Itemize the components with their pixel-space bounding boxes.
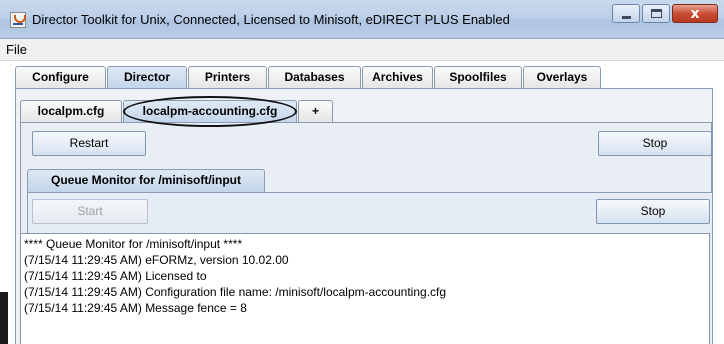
tab-configure[interactable]: Configure xyxy=(15,66,106,88)
menu-file[interactable]: File xyxy=(6,42,27,57)
window-edge xyxy=(0,292,8,344)
minimize-icon xyxy=(622,16,631,19)
tab-archives[interactable]: Archives xyxy=(362,66,433,88)
tab-spoolfiles[interactable]: Spoolfiles xyxy=(434,66,522,88)
queue-stop-button[interactable]: Stop xyxy=(596,199,710,224)
tab-printers[interactable]: Printers xyxy=(188,66,267,88)
tab-overlays[interactable]: Overlays xyxy=(523,66,601,88)
minimize-button[interactable] xyxy=(612,4,640,23)
tab-localpm-cfg[interactable]: localpm.cfg xyxy=(20,100,122,122)
window-controls: x xyxy=(610,4,718,26)
java-cup-icon[interactable] xyxy=(10,12,26,28)
restart-button[interactable]: Restart xyxy=(32,131,146,156)
menu-bar: File xyxy=(0,39,724,61)
add-config-tab-button[interactable]: + xyxy=(298,100,333,122)
tab-localpm-accounting-cfg[interactable]: localpm-accounting.cfg xyxy=(123,100,297,123)
log-line: (7/15/14 11:29:45 AM) eFORMz, version 10… xyxy=(24,253,289,267)
close-button[interactable]: x xyxy=(672,4,718,23)
tab-queue-monitor[interactable]: Queue Monitor for /minisoft/input xyxy=(27,169,265,192)
log-line: (7/15/14 11:29:45 AM) Configuration file… xyxy=(24,285,447,299)
log-output[interactable]: **** Queue Monitor for /minisoft/input *… xyxy=(20,233,710,344)
queue-start-button[interactable]: Start xyxy=(32,199,148,224)
maximize-icon xyxy=(651,9,662,18)
director-toolkit-window: Director Toolkit for Unix, Connected, Li… xyxy=(0,0,724,344)
log-line: (7/15/14 11:29:45 AM) Licensed to xyxy=(24,269,207,283)
tab-director[interactable]: Director xyxy=(107,66,187,89)
director-stop-button[interactable]: Stop xyxy=(598,131,712,156)
tab-databases[interactable]: Databases xyxy=(268,66,361,88)
close-icon: x xyxy=(690,6,700,22)
log-line: **** Queue Monitor for /minisoft/input *… xyxy=(24,237,243,251)
title-bar[interactable]: Director Toolkit for Unix, Connected, Li… xyxy=(0,0,724,39)
window-title: Director Toolkit for Unix, Connected, Li… xyxy=(32,12,510,27)
log-line: (7/15/14 11:29:45 AM) Message fence = 8 xyxy=(24,301,247,315)
maximize-button[interactable] xyxy=(642,4,670,23)
